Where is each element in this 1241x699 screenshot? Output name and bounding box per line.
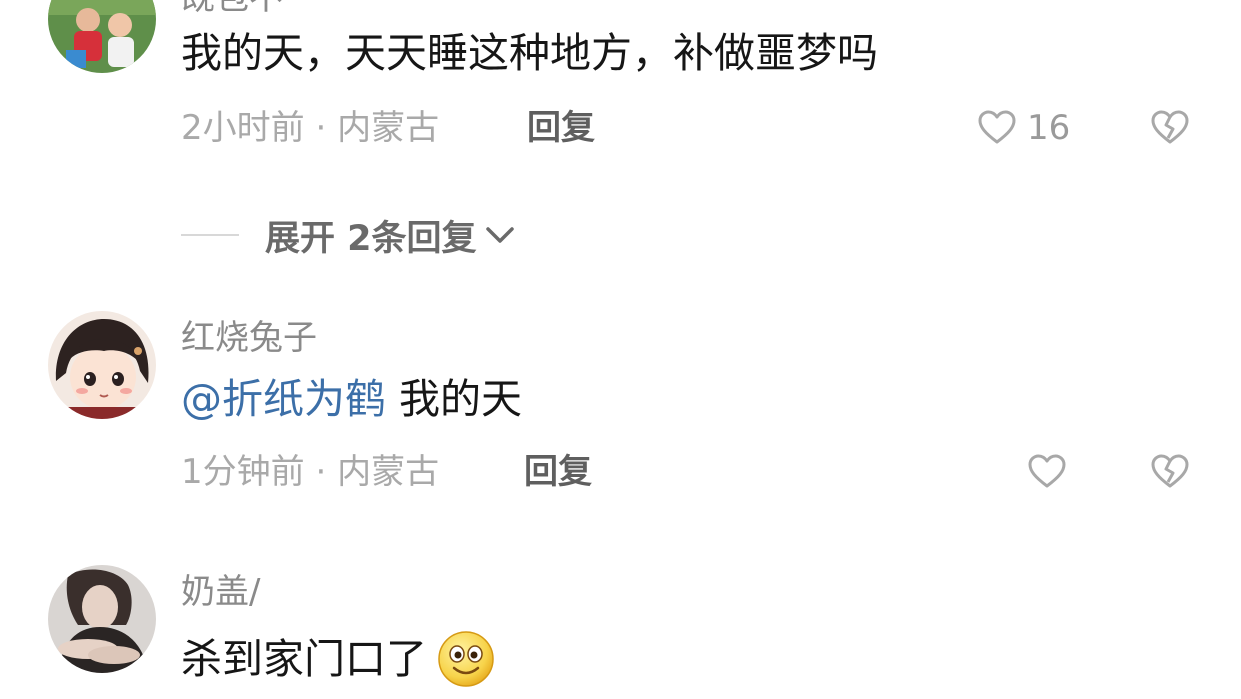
meta-separator: · — [315, 108, 327, 148]
avatar[interactable] — [48, 311, 156, 419]
comment-username[interactable]: 既包不 — [181, 0, 283, 18]
comment-location: 内蒙古 — [337, 452, 440, 492]
chevron-down-icon — [483, 218, 517, 252]
comment-text: 杀到家门口了 — [181, 630, 495, 688]
comment-text-body: 我的天 — [386, 375, 523, 423]
broken-heart-icon[interactable] — [1150, 108, 1190, 148]
comment-text: @折纸为鹤 我的天 — [181, 374, 522, 424]
meta-separator: · — [315, 452, 327, 492]
heart-outline-icon — [1027, 452, 1067, 492]
smile-emoji-icon — [437, 630, 495, 688]
mention-link[interactable]: @折纸为鹤 — [181, 375, 386, 423]
like-count: 16 — [1027, 108, 1071, 148]
comment-meta: 2小时前 · 内蒙古 — [181, 108, 439, 148]
broken-heart-icon[interactable] — [1150, 452, 1190, 492]
avatar[interactable] — [48, 565, 156, 673]
like-button[interactable] — [1027, 452, 1077, 492]
comment-text-body: 杀到家门口了 — [181, 635, 427, 683]
heart-outline-icon — [977, 108, 1017, 148]
comment-meta: 1分钟前 · 内蒙古 — [181, 452, 439, 492]
comment-location: 内蒙古 — [337, 108, 440, 148]
divider — [181, 234, 239, 236]
comment-username[interactable]: 奶盖/ — [181, 572, 260, 612]
avatar[interactable] — [48, 0, 156, 73]
expand-replies-button[interactable]: 展开 2条回复 — [181, 214, 517, 259]
comment-time: 1分钟前 — [181, 452, 305, 492]
comment-text: 我的天，天天睡这种地方，补做噩梦吗 — [181, 29, 878, 77]
reply-button[interactable]: 回复 — [527, 108, 595, 148]
reply-button[interactable]: 回复 — [524, 452, 592, 492]
comment-time: 2小时前 — [181, 108, 305, 148]
comment-username[interactable]: 红烧兔子 — [181, 318, 317, 358]
like-button[interactable]: 16 — [977, 108, 1070, 148]
expand-replies-label: 展开 2条回复 — [265, 218, 477, 259]
